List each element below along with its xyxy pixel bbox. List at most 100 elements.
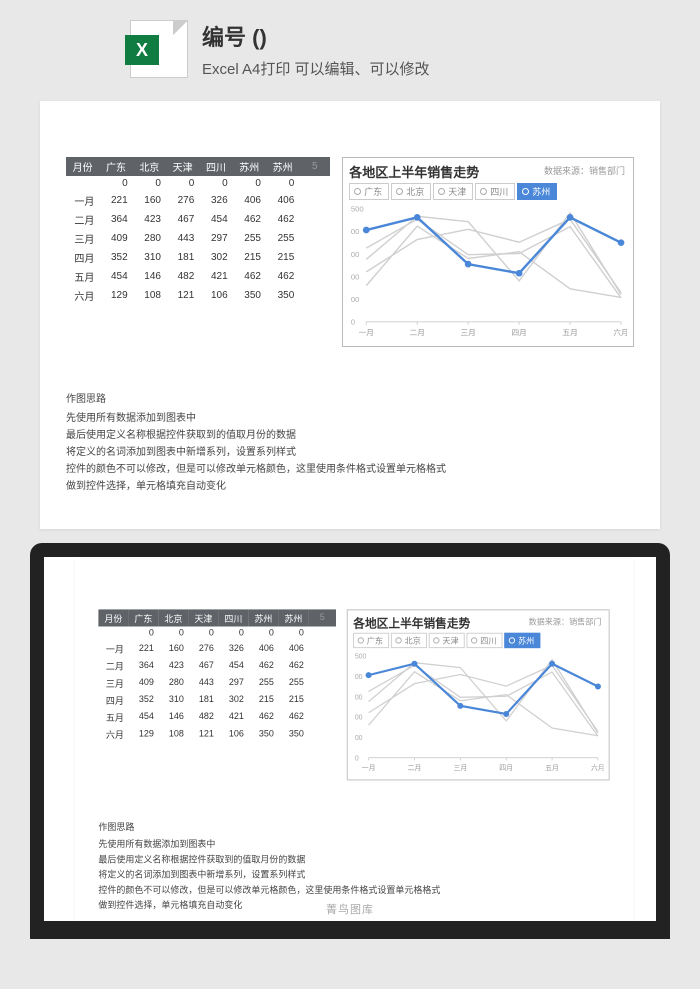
- table-cell: 146: [133, 267, 166, 286]
- table-cell: 462: [266, 210, 299, 229]
- legend-label: 苏州: [532, 185, 550, 198]
- legend-item-广东[interactable]: 广东: [349, 183, 389, 200]
- table-cell: 108: [158, 726, 188, 743]
- legend-item-天津[interactable]: 天津: [429, 633, 465, 648]
- table-cell: 129: [128, 726, 158, 743]
- svg-text:500: 500: [351, 205, 364, 214]
- table-cell: [66, 176, 99, 191]
- table-row: 六月129108121106350350: [66, 286, 330, 305]
- svg-text:00: 00: [351, 227, 360, 236]
- legend-item-北京[interactable]: 北京: [391, 633, 427, 648]
- page-title: 编号 (): [202, 20, 430, 52]
- legend-item-北京[interactable]: 北京: [391, 183, 431, 200]
- svg-text:五月: 五月: [563, 328, 578, 337]
- legend-label: 天津: [442, 635, 458, 647]
- legend-item-天津[interactable]: 天津: [433, 183, 473, 200]
- table-cell: 108: [133, 286, 166, 305]
- table-col-header: 月份: [98, 609, 128, 626]
- table-cell: 421: [199, 267, 232, 286]
- table-cell: 454: [99, 267, 132, 286]
- table-cell: 409: [99, 229, 132, 248]
- radio-icon: [354, 188, 361, 195]
- chart-container-2: 各地区上半年销售走势 数据来源：销售部门 广东北京天津四川苏州 50000000…: [347, 609, 610, 780]
- table-row: 五月454146482421462462: [98, 708, 336, 725]
- table-cell: 276: [166, 191, 199, 210]
- table-cell: 352: [99, 248, 132, 267]
- legend-item-广东[interactable]: 广东: [353, 633, 389, 648]
- radio-icon: [396, 188, 403, 195]
- table-cell: 160: [133, 191, 166, 210]
- table-cell: 121: [188, 726, 218, 743]
- legend-item-苏州[interactable]: 苏州: [517, 183, 557, 200]
- table-cell: 0: [188, 627, 218, 641]
- legend-label: 四川: [480, 635, 496, 647]
- legend-label: 四川: [490, 185, 508, 198]
- table-row: 三月409280443297255255: [66, 229, 330, 248]
- table-cell: 302: [199, 248, 232, 267]
- table-cell: 106: [199, 286, 232, 305]
- table-cell: 443: [188, 674, 218, 691]
- table-cell: 六月: [66, 286, 99, 305]
- page-subtitle: Excel A4打印 可以编辑、可以修改: [202, 58, 430, 79]
- table-cell: 0: [166, 176, 199, 191]
- notes-line: 最后使用定义名称根据控件获取到的值取月份的数据: [66, 427, 634, 444]
- notes-section: 作图思路 先使用所有数据添加到图表中最后使用定义名称根据控件获取到的值取月份的数…: [66, 391, 634, 495]
- radio-icon: [522, 188, 529, 195]
- table-cell: 454: [128, 708, 158, 725]
- table-cell: 181: [188, 691, 218, 708]
- table-cell: 364: [99, 210, 132, 229]
- svg-text:三月: 三月: [461, 328, 476, 337]
- svg-text:00: 00: [355, 715, 363, 722]
- table-cell: [98, 627, 128, 641]
- legend-item-四川[interactable]: 四川: [475, 183, 515, 200]
- svg-text:00: 00: [355, 694, 363, 701]
- table-cell: 482: [188, 708, 218, 725]
- table-cell: 六月: [98, 726, 128, 743]
- document-sheet-2: 月份广东北京天津四川苏州苏州5 000000一月2211602763264064…: [75, 559, 633, 939]
- table-cell: 四月: [98, 691, 128, 708]
- data-table-2: 月份广东北京天津四川苏州苏州5 000000一月2211602763264064…: [98, 609, 336, 742]
- notes-section-2: 作图思路 先使用所有数据添加到图表中最后使用定义名称根据控件获取到的值取月份的数…: [98, 820, 609, 914]
- table-cell: 302: [218, 691, 248, 708]
- table-cell: 462: [278, 708, 308, 725]
- excel-badge: X: [125, 35, 159, 65]
- table-cell: 326: [218, 640, 248, 657]
- table-col-header: 广东: [128, 609, 158, 626]
- table-header-row: 月份广东北京天津四川苏州苏州5: [66, 157, 330, 176]
- table-cell: 350: [233, 286, 266, 305]
- chart-svg-2: 500000000000一月二月三月四月五月六月: [353, 650, 603, 776]
- table-row: 五月454146482421462462: [66, 267, 330, 286]
- table-cell: 255: [248, 674, 278, 691]
- table-cell: 409: [128, 674, 158, 691]
- chart-plot-area: 500000000000一月二月三月四月五月六月: [349, 202, 627, 342]
- table-cell: 255: [278, 674, 308, 691]
- svg-text:500: 500: [355, 654, 367, 661]
- svg-text:二月: 二月: [410, 328, 425, 337]
- chart-container: 各地区上半年销售走势 数据来源：销售部门 广东北京天津四川苏州 50000000…: [342, 157, 634, 347]
- table-cell: 0: [218, 627, 248, 641]
- table-cell: 0: [128, 627, 158, 641]
- legend-label: 广东: [364, 185, 382, 198]
- svg-text:00: 00: [355, 674, 363, 681]
- notes-line: 做到控件选择，单元格填充自动变化: [66, 478, 634, 495]
- table-cell: 423: [133, 210, 166, 229]
- table-cell: 221: [99, 191, 132, 210]
- legend-item-苏州[interactable]: 苏州: [505, 633, 541, 648]
- chart-source-2: 数据来源：销售部门: [529, 616, 602, 628]
- table-cell: 121: [166, 286, 199, 305]
- table-cell: 462: [233, 267, 266, 286]
- table-col-header: 苏州: [278, 609, 308, 626]
- radio-icon: [509, 637, 515, 643]
- legend-item-四川[interactable]: 四川: [467, 633, 503, 648]
- table-cell: 215: [233, 248, 266, 267]
- table-cell: 221: [128, 640, 158, 657]
- table-cell: 326: [199, 191, 232, 210]
- table-row: 二月364423467454462462: [66, 210, 330, 229]
- table-col-header-extra: 5: [299, 157, 330, 176]
- table-cell: 350: [266, 286, 299, 305]
- table-cell: 454: [218, 657, 248, 674]
- table-cell: 255: [266, 229, 299, 248]
- table-cell: 462: [248, 657, 278, 674]
- legend-label: 天津: [448, 185, 466, 198]
- svg-text:四月: 四月: [499, 764, 513, 772]
